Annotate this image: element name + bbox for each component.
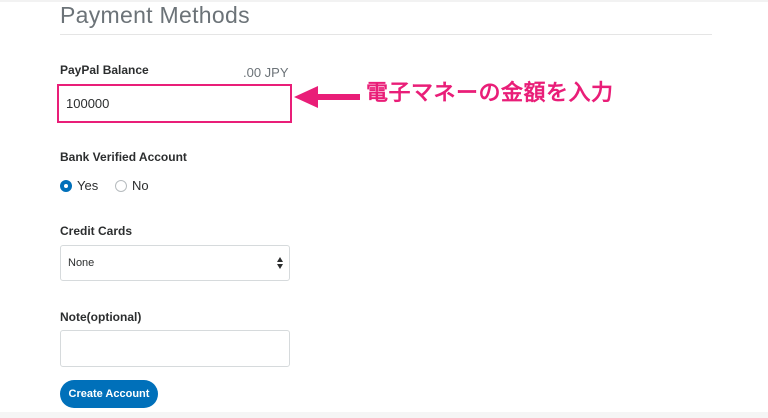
radio-no[interactable] bbox=[115, 179, 127, 192]
paypal-balance-field[interactable] bbox=[57, 84, 292, 123]
radio-yes[interactable] bbox=[60, 179, 72, 192]
paypal-balance-label: PayPal Balance bbox=[60, 63, 149, 77]
bottom-band bbox=[0, 412, 768, 418]
radio-yes-label: Yes bbox=[77, 178, 99, 193]
credit-cards-selected-value: None bbox=[68, 257, 95, 269]
radio-option-no[interactable]: No bbox=[115, 178, 149, 193]
title-divider bbox=[60, 34, 712, 35]
credit-cards-label: Credit Cards bbox=[60, 224, 133, 238]
radio-option-yes[interactable]: Yes bbox=[60, 178, 98, 193]
annotation-arrow-icon bbox=[294, 86, 360, 108]
note-input[interactable] bbox=[60, 330, 290, 367]
annotation-text: 電子マネーの金額を入力 bbox=[366, 81, 614, 106]
currency-suffix: .00 JPY bbox=[243, 65, 289, 80]
paypal-balance-input[interactable] bbox=[66, 92, 281, 114]
note-label: Note(optional) bbox=[60, 310, 142, 324]
create-account-button[interactable]: Create Account bbox=[60, 380, 158, 408]
select-updown-icon bbox=[277, 257, 283, 269]
credit-cards-select[interactable]: None bbox=[60, 245, 290, 281]
bank-verified-label: Bank Verified Account bbox=[60, 150, 187, 164]
radio-no-label: No bbox=[132, 178, 149, 193]
page-title: Payment Methods bbox=[60, 2, 250, 28]
